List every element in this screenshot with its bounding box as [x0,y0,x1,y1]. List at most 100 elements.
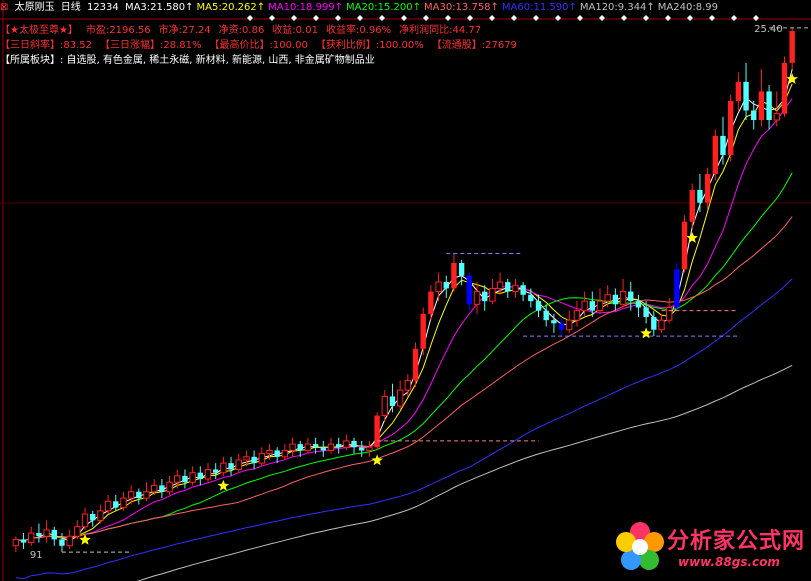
candle-body [220,462,227,474]
ma-legend-ma120: MA120:9.344↑ [579,2,655,13]
candle-body [374,415,380,448]
candle-body [36,533,42,537]
candle-body [274,450,280,457]
fund-value-6: :44.77 [449,25,482,36]
fund-key-0: 【★太极至尊★】 [0,25,78,36]
period-label[interactable]: 日线 [61,2,81,13]
title-bar: ⊠ 太原刚玉 日线 12334 MA3:21.580↑ MA5:20.262↑ MA… [0,1,724,15]
candle-body [704,174,711,203]
candle-body [12,538,20,547]
stat-key-3: 【获利比例】 [315,40,376,51]
candle-body [212,469,219,473]
candle-body [396,389,404,407]
candle-body [428,291,434,314]
candle-body [558,323,565,330]
candle-body [451,262,457,289]
ma-line-ma5 [15,83,793,542]
info-line-1: 【★太极至尊★】 市盈:2196.56 市净:27.24 净资:0.86 收益:0.01… [0,24,489,37]
sector-label: 【所属板块】 [0,55,60,66]
close-icon[interactable]: ⊠ [0,2,8,13]
candle-body [789,31,795,63]
candle-body [404,380,412,391]
candle-body [466,275,473,305]
signal-diamond-icon [731,15,737,21]
candle-body [127,491,135,499]
candle-body [312,444,319,448]
candle-body [689,189,695,222]
signal-diamond-icon [423,15,429,21]
buy-star-icon [371,454,383,466]
signal-diamond-icon [577,15,583,21]
candle-body [235,459,242,471]
candle-body [751,110,757,121]
candle-body [573,310,581,321]
ma-legend-ma240: MA240:8.99 [657,2,718,13]
stat-value-1: :28.81% [160,40,202,51]
stat-key-1: 【三日涨幅】 [100,40,160,51]
stat-value-3: :100.00% [375,40,424,51]
signal-diamond-icon [291,15,297,21]
candle-body [281,449,289,458]
candle-body [505,282,511,292]
candle-body [482,291,488,302]
watermark-name: 分析家公式网 [667,529,806,554]
candle-body [581,300,588,312]
candle-body [735,81,742,101]
candle-body [74,526,81,537]
candle-body [136,491,142,499]
candle-body [43,529,50,537]
candle-body [120,497,127,509]
candle-body [166,481,173,493]
fund-key-3: 净资 [218,25,239,36]
candle-body [304,443,312,451]
flower-logo-icon [616,522,664,570]
buy-star-icon [217,479,230,491]
ma-legend-ma5: MA5:20.262↑ [196,2,266,13]
buy-star-icon [686,232,698,243]
info-line-3: 【所属板块】: 自选股, 有色金属, 稀土永磁, 新材料, 新能源, 山西, 非… [0,54,375,67]
low-price-label: 91 [30,550,43,561]
candle-body [289,443,296,451]
buy-star-icon [786,73,798,84]
candle-body [90,513,96,521]
signal-diamond-icon [621,15,627,21]
watermark-url: www.88gs.com [678,555,780,569]
fund-value-5: :0.96% [355,25,392,36]
signal-diamond-icon [269,15,275,21]
candle-body [159,485,165,492]
signal-diamond-icon [247,15,253,21]
candle-body [489,287,496,302]
fund-value-2: :27.24 [178,25,211,36]
signal-diamond-icon [467,15,473,21]
stat-value-4: :27679 [481,40,517,51]
candle-body [366,446,373,451]
candle-body [651,317,657,330]
stat-value-2: :100.00 [269,40,308,51]
signal-diamond-icon [687,15,693,21]
signal-diamond-icon [489,15,495,21]
candle-body [266,449,273,455]
candle-body [351,440,357,448]
stock-code: 12334 [86,2,119,13]
candle-body [258,453,265,464]
candle-body [681,221,688,270]
candle-body [59,539,65,546]
watermark: 分析家公式网 www.88gs.com [612,515,807,577]
ma-line-ma10 [15,98,793,542]
candle-body [551,320,557,324]
candle-body [228,463,234,470]
signal-diamond-icon [379,15,385,21]
ma-legend-ma30: MA30:13.758↑ [423,2,499,13]
candle-body [727,100,734,155]
ma-legend-ma20: MA20:15.200↑ [346,2,421,13]
kline-chart[interactable]: 91 25.40 [0,0,811,581]
candle-body [773,113,780,121]
candle-body [758,91,765,121]
stat-key-0: 【三日斜率】 [0,40,60,51]
candle-body [182,475,188,483]
signal-diamond-icon [335,15,341,21]
candle-body [566,319,573,331]
signal-diamond-icon [533,15,539,21]
candle-body [113,501,119,508]
candle-body [658,319,665,331]
